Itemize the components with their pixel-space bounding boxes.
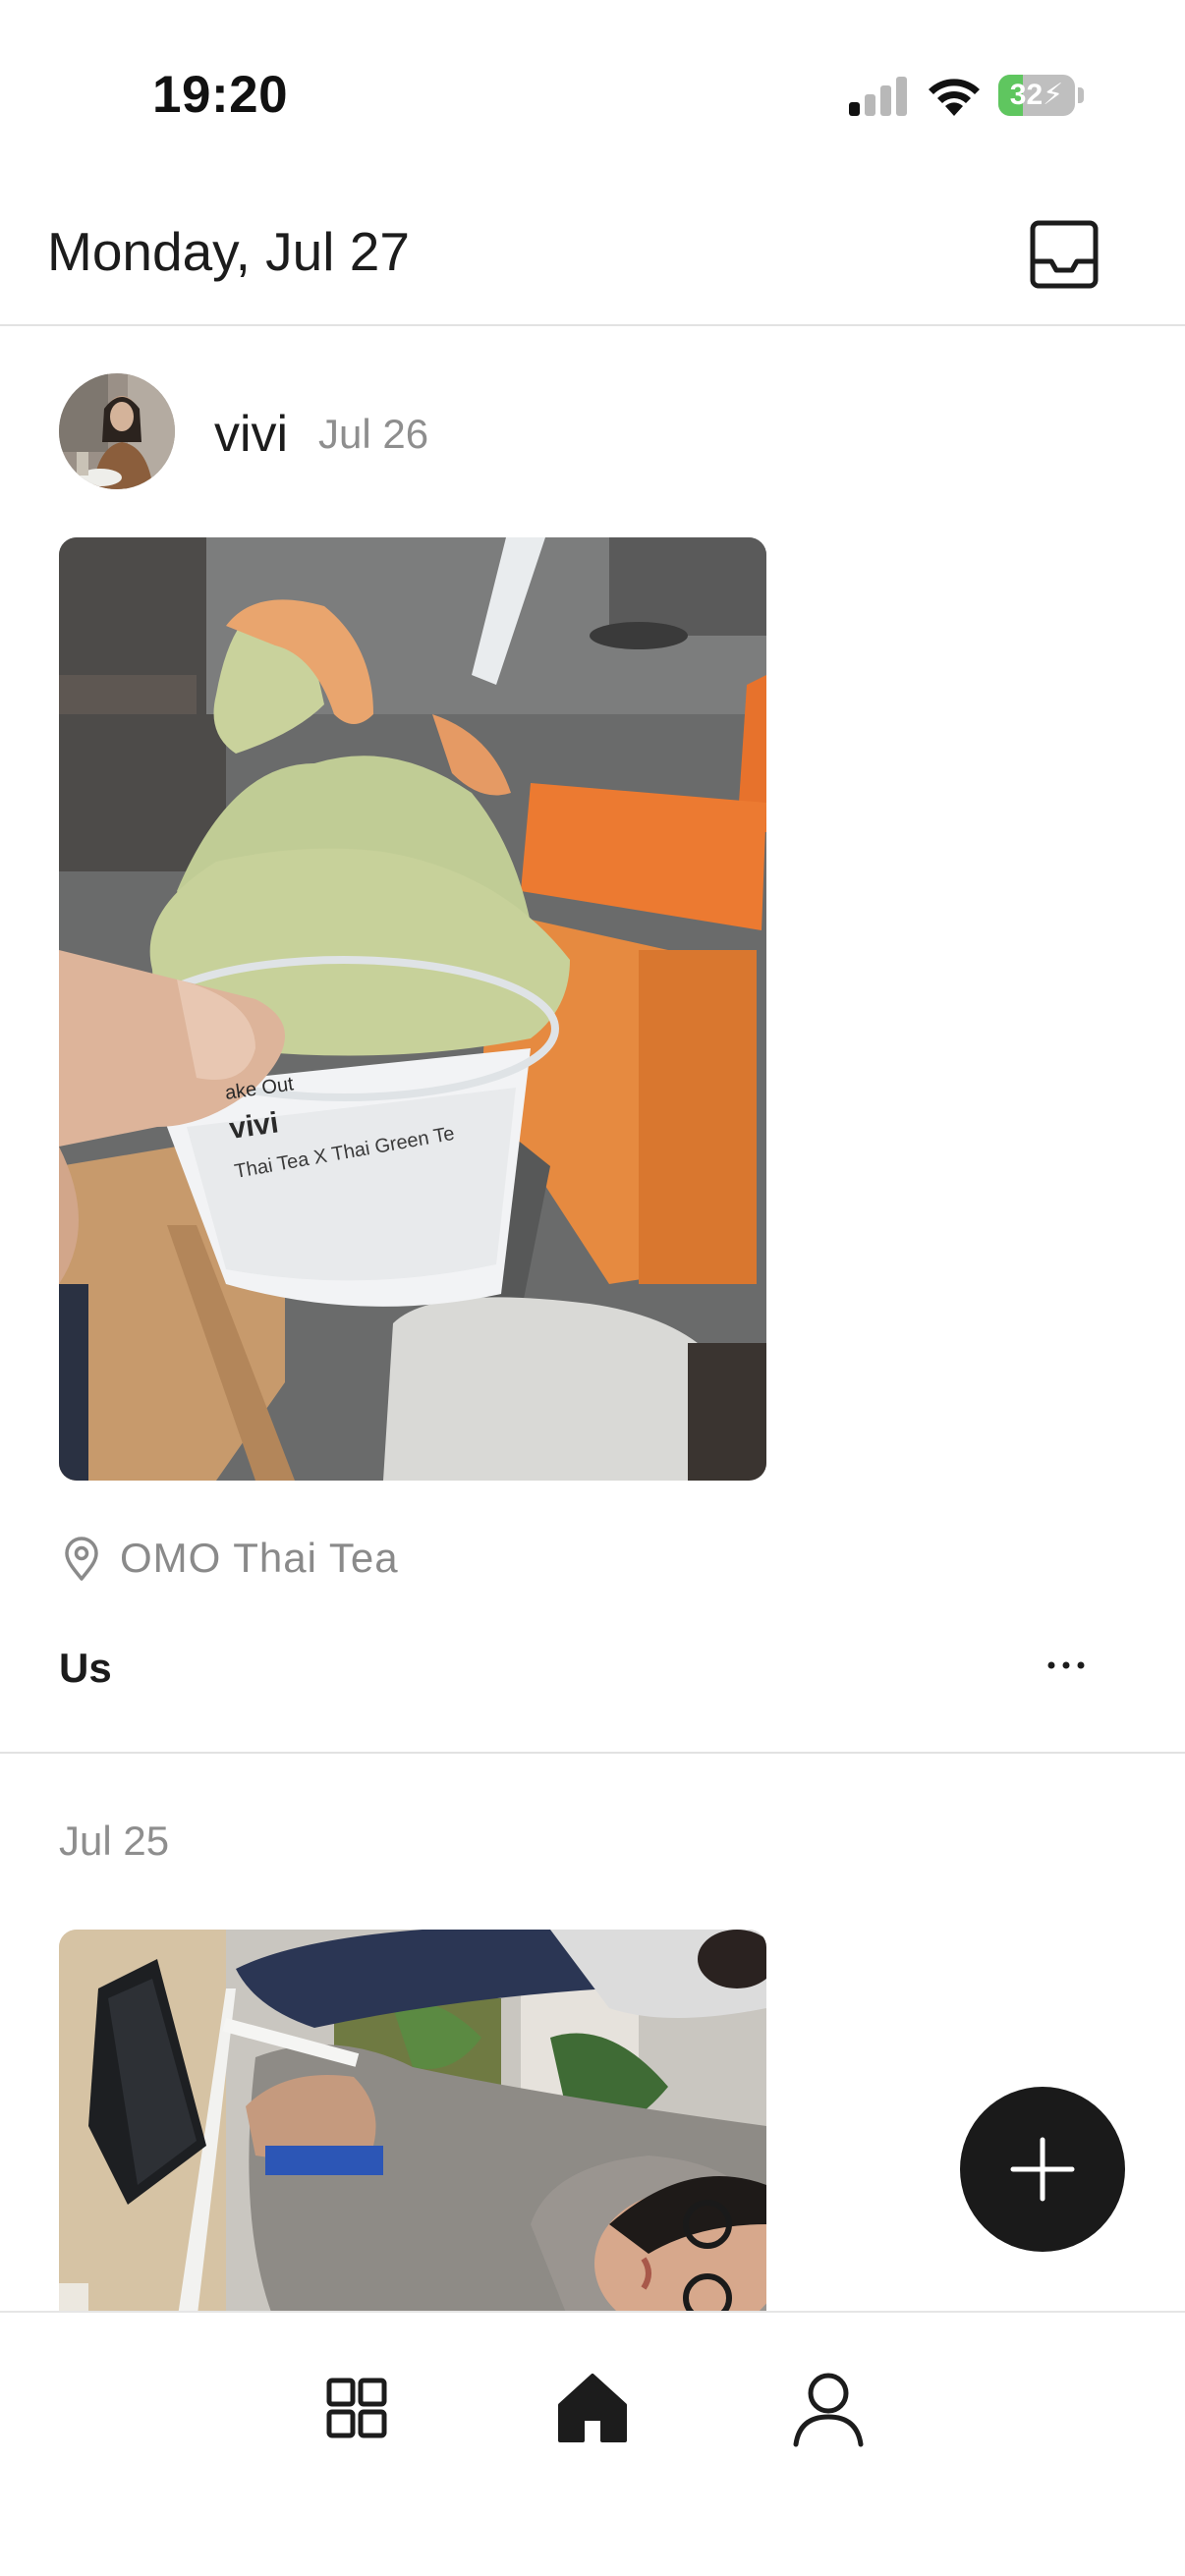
inbox-tray-icon[interactable] [1028,218,1100,291]
location-pin-icon [65,1537,98,1581]
create-post-button[interactable] [960,2087,1125,2252]
plus-icon [1010,2137,1075,2202]
home-icon[interactable] [548,2364,637,2452]
section-divider [0,1752,1185,1754]
post-username[interactable]: vivi [214,405,288,464]
page-header: Monday, Jul 27 [0,187,1185,326]
profile-icon[interactable] [784,2364,873,2452]
wifi-icon [929,79,980,116]
page-title: Monday, Jul 27 [47,221,410,282]
grid-icon[interactable] [312,2364,401,2452]
tab-bar [0,2311,1185,2576]
avatar[interactable] [59,373,175,489]
battery-level: 32⚡ [1009,79,1064,111]
post-photo[interactable] [59,1930,766,2323]
post-caption: Us [59,1645,112,1691]
cellular-signal-icon [849,75,908,116]
battery-cap [1078,87,1084,103]
status-time: 19:20 [152,66,289,124]
status-bar: 19:20 32⚡ [0,0,1185,187]
svg-text:vivi: vivi [227,1106,280,1146]
post-date: Jul 26 [318,411,429,457]
battery-body: 32⚡ [998,75,1075,116]
post-photo[interactable]: ake Out vivi Thai Tea X Thai Green Te [59,537,766,1481]
app-screen: 19:20 32⚡ Monday, Jul 27 vivi Jul 26 ake… [0,0,1185,2576]
battery-charging-icon: 32⚡ [998,75,1084,116]
more-ellipsis-icon[interactable] [1032,1641,1100,1690]
section-date: Jul 25 [59,1818,170,1864]
location-name: OMO Thai Tea [120,1535,399,1581]
